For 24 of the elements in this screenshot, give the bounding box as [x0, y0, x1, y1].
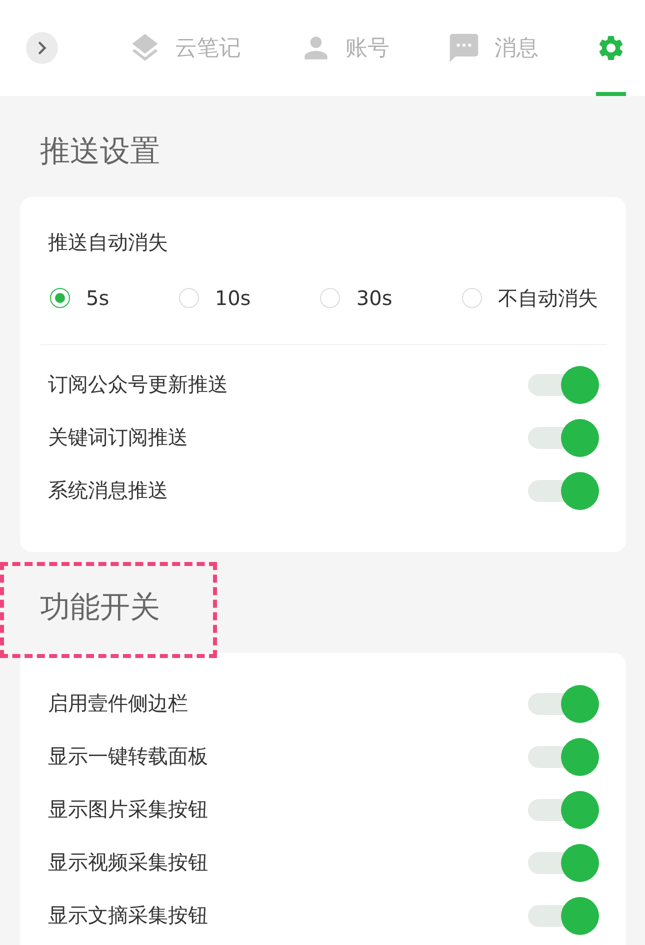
toggle-switch[interactable]	[528, 472, 599, 510]
radio-option[interactable]: 不自动消失	[462, 284, 598, 312]
setting-label: 显示文摘采集按钮	[48, 902, 208, 929]
setting-label: 系统消息推送	[48, 477, 168, 504]
toggle-switch[interactable]	[528, 844, 599, 882]
toggle-switch[interactable]	[528, 366, 599, 404]
toggle-switch[interactable]	[528, 738, 599, 776]
section-title: 功能开关	[40, 590, 160, 626]
toggle-switch[interactable]	[528, 418, 599, 456]
toggle-switch[interactable]	[528, 684, 599, 722]
toggle-switch[interactable]	[528, 790, 599, 828]
setting-label: 显示一键转载面板	[48, 743, 208, 770]
setting-label: 推送自动消失	[48, 229, 168, 255]
setting-label: 启用壹件侧边栏	[48, 690, 188, 717]
expand-button[interactable]	[26, 32, 58, 64]
radio-option[interactable]: 5s	[50, 286, 110, 310]
radio-option[interactable]: 10s	[178, 286, 251, 310]
radio-option[interactable]: 30s	[320, 286, 392, 310]
setting-label: 显示图片采集按钮	[48, 796, 208, 823]
section-title: 推送设置	[40, 134, 160, 170]
setting-label: 显示视频采集按钮	[48, 849, 208, 876]
setting-label: 订阅公众号更新推送	[48, 371, 228, 398]
setting-label: 关键词订阅推送	[48, 424, 188, 451]
toggle-switch[interactable]	[528, 896, 599, 934]
